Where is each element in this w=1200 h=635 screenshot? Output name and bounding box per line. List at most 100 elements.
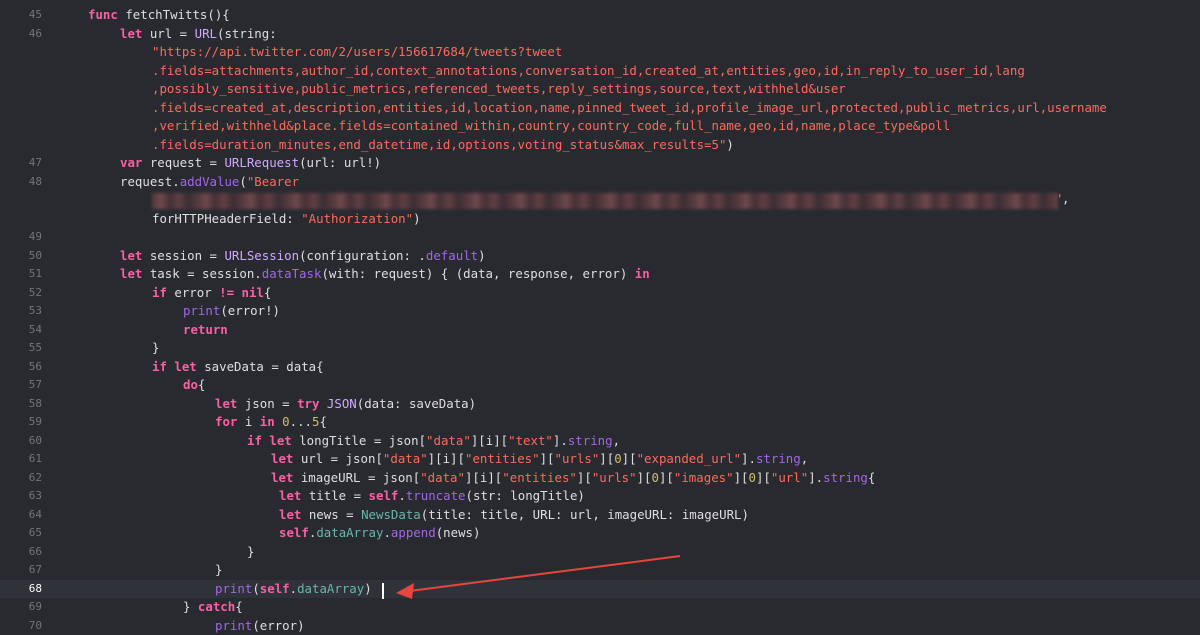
code-token: ) [478, 248, 485, 263]
code-token: title = [309, 488, 369, 503]
line-number: 70 [0, 617, 42, 635]
code-text[interactable]: let url = URL(string: [120, 25, 277, 44]
code-line[interactable]: 48request.addValue("Bearer [0, 173, 1200, 192]
code-text[interactable]: if error != nil{ [152, 284, 271, 303]
code-line[interactable]: 49 [0, 228, 1200, 247]
code-token: json = [245, 396, 297, 411]
code-text[interactable]: .fields=created_at,description,entities,… [152, 99, 1107, 118]
code-token: } [215, 562, 222, 577]
code-token: "data" [383, 451, 428, 466]
code-text[interactable]: let imageURL = json["data"][i]["entities… [271, 469, 875, 488]
code-text[interactable]: func fetchTwitts(){ [88, 6, 230, 25]
code-line[interactable]: 54return [0, 321, 1200, 340]
code-text[interactable]: let task = session.dataTask(with: reques… [120, 265, 650, 284]
code-text[interactable]: .fields=duration_minutes,end_datetime,id… [152, 136, 734, 155]
code-text[interactable]: print(error!) [183, 302, 280, 321]
code-text[interactable]: if let longTitle = json["data"][i]["text… [247, 432, 620, 451]
code-token: ][i][ [428, 451, 465, 466]
line-number: 49 [0, 228, 42, 247]
line-number: 45 [0, 6, 42, 25]
code-token: let [279, 488, 309, 503]
code-token: 0 [652, 470, 659, 485]
code-line[interactable]: .fields=attachments,author_id,context_an… [0, 62, 1200, 81]
code-token: JSON [327, 396, 357, 411]
code-line[interactable]: .fields=created_at,description,entities,… [0, 99, 1200, 118]
code-line[interactable]: 64let news = NewsData(title: title, URL:… [0, 506, 1200, 525]
code-text[interactable]: let news = NewsData(title: title, URL: u… [279, 506, 749, 525]
code-text[interactable]: print(self.dataArray) [215, 580, 372, 599]
code-text[interactable]: let json = try JSON(data: saveData) [215, 395, 476, 414]
code-text[interactable]: } [152, 339, 159, 358]
code-text[interactable]: .fields=attachments,author_id,context_an… [152, 62, 1025, 81]
code-token: "data" [420, 470, 465, 485]
code-text[interactable]: } [247, 543, 254, 562]
code-line[interactable]: 59for i in 0...5{ [0, 413, 1200, 432]
code-text[interactable]: forHTTPHeaderField: "Authorization") [152, 210, 421, 229]
code-line[interactable]: 55} [0, 339, 1200, 358]
code-line[interactable]: 66} [0, 543, 1200, 562]
code-text[interactable]: if let saveData = data{ [152, 358, 324, 377]
code-line[interactable]: 45 func fetchTwitts(){ [0, 6, 1200, 25]
code-text[interactable]: do{ [183, 376, 205, 395]
code-token: "data" [426, 433, 471, 448]
code-text[interactable]: var request = URLRequest(url: url!) [120, 154, 381, 173]
code-text[interactable]: return [183, 321, 228, 340]
code-text[interactable]: let title = self.truncate(str: longTitle… [279, 487, 585, 506]
code-token: (error) [252, 618, 304, 633]
code-line[interactable]: 47var request = URLRequest(url: url!) [0, 154, 1200, 173]
code-token: let [120, 248, 150, 263]
code-token: } [183, 599, 198, 614]
code-line[interactable]: 52 if error != nil{ [0, 284, 1200, 303]
code-line[interactable]: 56if let saveData = data{ [0, 358, 1200, 377]
code-line[interactable]: 63 let title = self.truncate(str: longTit… [0, 487, 1200, 506]
code-token: { [198, 377, 205, 392]
code-text[interactable]: let session = URLSession(configuration: … [120, 247, 486, 266]
code-line[interactable]: 50 let session = URLSession(configuration… [0, 247, 1200, 266]
code-token: var [120, 155, 150, 170]
code-token: ][ [734, 470, 749, 485]
code-editor[interactable]: 45 func fetchTwitts(){46let url = URL(str… [0, 0, 1200, 630]
code-line[interactable]: 68print(self.dataArray) [0, 580, 1200, 599]
line-number: 63 [0, 487, 42, 506]
code-text[interactable]: ,possibly_sensitive,public_metrics,refer… [152, 80, 846, 99]
code-token: error [174, 285, 219, 300]
code-line[interactable]: 58let json = try JSON(data: saveData) [0, 395, 1200, 414]
code-line[interactable]: 69} catch{ [0, 598, 1200, 617]
code-line[interactable]: 65self.dataArray.append(news) [0, 524, 1200, 543]
code-token: ][i][ [465, 470, 502, 485]
code-line[interactable]: 57do{ [0, 376, 1200, 395]
code-line[interactable]: forHTTPHeaderField: "Authorization") [0, 210, 1200, 229]
code-line[interactable]: 61let url = json["data"][i]["entities"][… [0, 450, 1200, 469]
code-line[interactable]: 62let imageURL = json["data"][i]["entiti… [0, 469, 1200, 488]
code-text[interactable]: ,verified,withheld&place.fields=containe… [152, 117, 950, 136]
line-number: 52 [0, 284, 42, 303]
code-text[interactable]: self.dataArray.append(news) [279, 524, 480, 543]
code-text[interactable]: let url = json["data"][i]["entities"]["u… [271, 450, 808, 469]
code-token: (with: request) { (data, response, error… [321, 266, 634, 281]
code-token: (data: saveData) [357, 396, 476, 411]
code-token: let [215, 396, 245, 411]
code-line[interactable]: "https://api.twitter.com/2/users/1566176… [0, 43, 1200, 62]
code-token: URL [195, 26, 217, 41]
code-text[interactable]: request.addValue("Bearer [120, 173, 299, 192]
code-line[interactable]: ,possibly_sensitive,public_metrics,refer… [0, 80, 1200, 99]
code-line[interactable]: .fields=duration_minutes,end_datetime,id… [0, 136, 1200, 155]
code-line[interactable]: 70 print(error) [0, 617, 1200, 635]
code-line[interactable]: 46let url = URL(string: [0, 25, 1200, 44]
code-token: if [152, 285, 174, 300]
code-line[interactable]: 67} [0, 561, 1200, 580]
code-text[interactable]: for i in 0...5{ [215, 413, 327, 432]
code-token: ][ [622, 451, 637, 466]
code-line[interactable]: 51let task = session.dataTask(with: requ… [0, 265, 1200, 284]
code-token: ) [364, 581, 371, 596]
code-text[interactable]: } [215, 561, 222, 580]
code-text[interactable]: "https://api.twitter.com/2/users/1566176… [152, 43, 562, 62]
code-token: ][ [540, 451, 555, 466]
code-line[interactable]: 53print(error!) [0, 302, 1200, 321]
code-line[interactable]: ,verified,withheld&place.fields=containe… [0, 117, 1200, 136]
code-token: print [183, 303, 220, 318]
code-text[interactable]: } catch{ [183, 598, 243, 617]
code-line[interactable]: 60if let longTitle = json["data"][i]["te… [0, 432, 1200, 451]
line-number: 50 [0, 247, 42, 266]
code-text[interactable]: print(error) [215, 617, 305, 635]
